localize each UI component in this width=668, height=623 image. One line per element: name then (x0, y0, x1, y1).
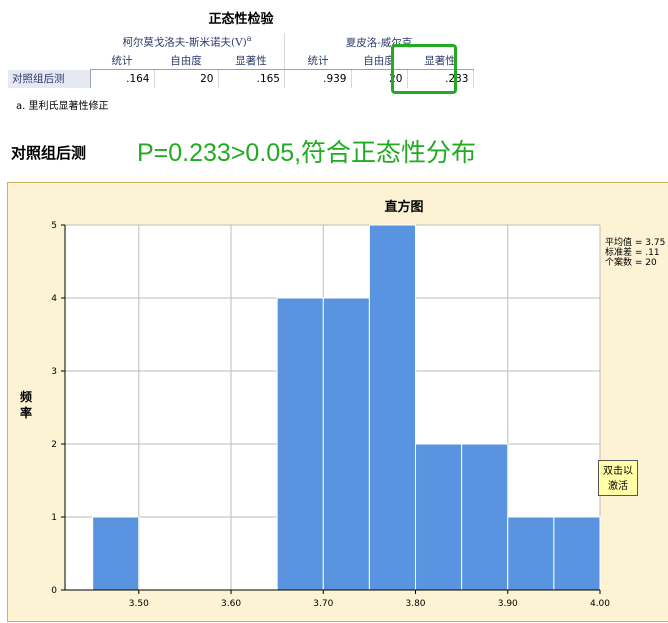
y-tick-label: 5 (51, 221, 57, 231)
x-tick-label: 3.60 (221, 599, 241, 609)
y-tick-label: 4 (51, 294, 57, 304)
histogram-bar (276, 297, 324, 591)
y-tick-label: 2 (51, 440, 57, 450)
y-axis-label: 率 (20, 405, 32, 420)
row-label: 对照组后测 (8, 69, 91, 88)
chart-viewer[interactable]: 直方图 0 1 2 3 4 5 3.50 3.60 3.70 3.80 3.90 4.00 频 率 平… (7, 182, 668, 622)
caption-result: P=0.233>0.05,符合正态性分布 (137, 139, 477, 167)
histogram-bar (368, 224, 417, 591)
stat-line: 个案数 = 20 (605, 256, 657, 268)
cell-value: .939 (284, 69, 352, 88)
histogram-bar (507, 516, 555, 591)
y-tick-label: 0 (51, 586, 57, 596)
histogram-bar (553, 516, 601, 591)
cell-value: .164 (90, 69, 155, 88)
x-tick-label: 3.70 (313, 599, 333, 609)
significance-highlight-box (391, 44, 457, 94)
col-header: 统计 (284, 51, 351, 70)
histogram-chart: 直方图 0 1 2 3 4 5 3.50 3.60 3.70 3.80 3.90 4.00 频 率 平… (20, 199, 665, 609)
y-axis-label: 频 (20, 389, 32, 404)
stats-annotation: 平均值 = 3.75标准差 = .11个案数 = 20 (605, 236, 665, 268)
stat-line: 平均值 = 3.75 (605, 236, 665, 248)
histogram-bar (415, 443, 463, 591)
histogram-bar (92, 516, 140, 591)
ks-group-header: 柯尔莫戈洛夫-斯米诺夫(V)a (122, 34, 252, 49)
col-header: 自由度 (154, 51, 218, 70)
x-tick-label: 3.90 (498, 599, 518, 609)
activate-button[interactable]: 双击以 激活 (598, 460, 638, 496)
col-header: 显著性 (218, 51, 285, 70)
y-tick-label: 1 (51, 513, 57, 523)
table-footnote: a. 里利氏显著性修正 (16, 101, 109, 112)
col-header: 统计 (90, 51, 154, 70)
chart-title: 直方图 (384, 199, 423, 215)
histogram-bar (322, 297, 370, 591)
table-title: 正态性检验 (208, 12, 274, 27)
x-tick-label: 3.80 (405, 599, 425, 609)
cell-value: 20 (154, 69, 219, 88)
stat-line: 标准差 = .11 (605, 246, 660, 258)
x-tick-label: 3.50 (129, 599, 149, 609)
cell-value: .165 (218, 69, 285, 88)
y-tick-label: 3 (51, 367, 57, 377)
histogram-bar (461, 443, 509, 591)
caption-label: 对照组后测 (11, 144, 87, 162)
x-tick-label: 4.00 (590, 599, 610, 609)
